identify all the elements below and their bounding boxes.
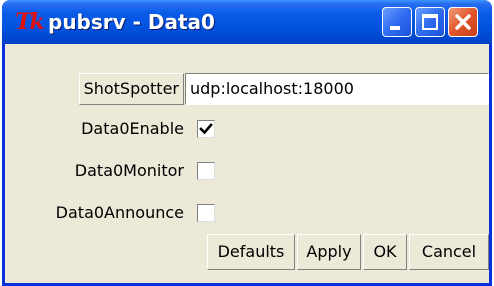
button-bar: Defaults Apply OK Cancel — [5, 234, 489, 270]
shotspotter-input[interactable]: udp:localhost:18000 — [185, 73, 489, 105]
shotspotter-label: ShotSpotter — [78, 73, 184, 105]
data0-enable-label: Data0Enable — [81, 119, 184, 138]
close-icon — [455, 14, 471, 30]
checkmark-icon — [199, 123, 213, 135]
maximize-button[interactable] — [415, 7, 445, 37]
data0-enable-row: Data0Enable — [5, 112, 489, 146]
cancel-button[interactable]: Cancel — [409, 234, 489, 270]
data0-enable-checkbox[interactable] — [197, 120, 215, 138]
data0-announce-row: Data0Announce — [5, 196, 489, 230]
shotspotter-row: ShotSpotter udp:localhost:18000 — [5, 72, 489, 106]
minimize-button[interactable] — [382, 7, 412, 37]
data0-monitor-checkbox[interactable] — [197, 162, 215, 180]
maximize-icon — [422, 14, 438, 30]
app-window: Tk pubsrv - Data0 ShotSpotter udp:localh… — [2, 0, 492, 286]
minimize-icon — [390, 26, 400, 30]
defaults-button[interactable]: Defaults — [207, 234, 295, 270]
data0-announce-label: Data0Announce — [55, 203, 184, 222]
data0-monitor-label: Data0Monitor — [74, 161, 184, 180]
title-bar[interactable]: Tk pubsrv - Data0 — [2, 0, 492, 44]
data0-monitor-row: Data0Monitor — [5, 154, 489, 188]
ok-button[interactable]: OK — [363, 234, 407, 270]
tk-feather-icon[interactable]: Tk — [14, 7, 45, 37]
window-title: pubsrv - Data0 — [48, 10, 215, 34]
data0-announce-checkbox[interactable] — [197, 204, 215, 222]
close-button[interactable] — [448, 7, 478, 37]
apply-button[interactable]: Apply — [297, 234, 361, 270]
